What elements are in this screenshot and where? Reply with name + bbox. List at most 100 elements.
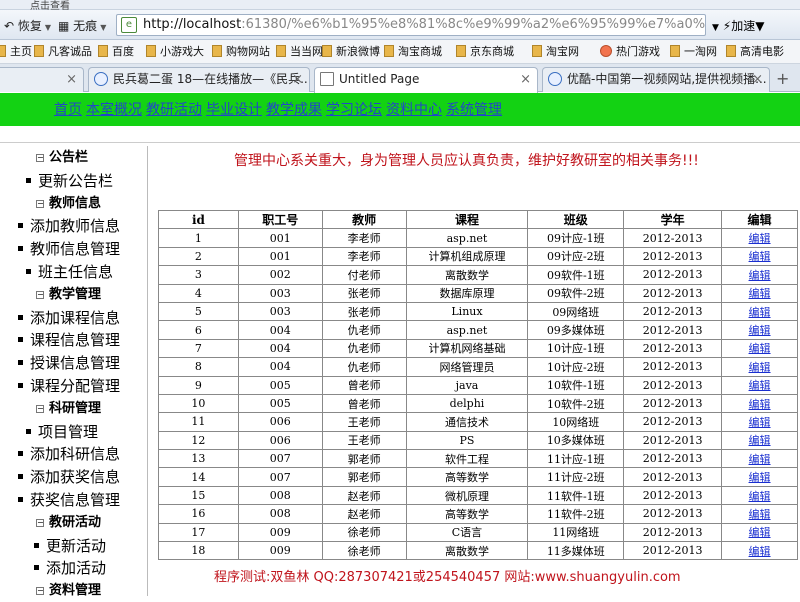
divider [0, 142, 800, 143]
menu-link[interactable]: 教研活动 [146, 102, 202, 118]
sidebar-group-label: 教研活动 [49, 514, 102, 530]
collapse-icon[interactable]: − [36, 290, 44, 299]
menu-link[interactable]: 首页 [54, 102, 82, 118]
sidebar-group[interactable]: − 资料管理 [36, 580, 101, 602]
table-cell: 计算机网络基础 [405, 338, 529, 359]
sidebar-item-label: 添加教师信息 [30, 217, 121, 236]
bookmark-item[interactable]: 当当网 [276, 44, 323, 60]
table-row: 8 004 仇老师 网络管理员 10计应-2班 2012-2013 编辑 [158, 357, 798, 377]
sidebar-item[interactable]: 项目管理 [26, 421, 98, 443]
edit-link[interactable]: 编辑 [749, 362, 771, 374]
table-cell: 11 [158, 412, 239, 432]
edit-link[interactable]: 编辑 [749, 509, 771, 521]
bookmark-item[interactable]: 小游戏大 [146, 44, 204, 60]
tab-video[interactable]: 民兵葛二蛋 18—在线播放—《民兵... × [88, 67, 310, 92]
collapse-icon[interactable]: − [36, 154, 44, 162]
bullet-icon [18, 337, 23, 343]
bullet-icon [18, 246, 23, 252]
bookmark-item[interactable]: 购物网站 [212, 44, 270, 60]
dropdown-icon[interactable]: ▼ [712, 23, 719, 33]
sidebar-item[interactable]: 添加教师信息 [18, 215, 120, 237]
sidebar-group[interactable]: − 科研管理 [36, 398, 101, 420]
collapse-icon[interactable]: − [36, 404, 44, 413]
collapse-icon[interactable]: − [36, 199, 44, 208]
sidebar-item[interactable]: 添加科研信息 [18, 443, 120, 465]
sidebar-item[interactable]: 添加获奖信息 [18, 466, 120, 488]
menu-link[interactable]: 学习论坛 [326, 102, 382, 118]
bookmark-item[interactable]: 京东商城 [456, 44, 514, 60]
table-cell: 2012-2013 [623, 541, 723, 561]
menu-link[interactable]: 毕业设计 [206, 102, 262, 118]
close-icon[interactable]: × [66, 68, 77, 91]
sidebar-group[interactable]: − 教师信息 [36, 193, 101, 215]
close-icon[interactable]: × [292, 68, 303, 91]
close-icon[interactable]: × [752, 68, 763, 91]
edit-link[interactable]: 编辑 [749, 251, 771, 263]
bookmark-item[interactable]: 淘宝商城 [384, 44, 442, 60]
edit-link[interactable]: 编辑 [749, 472, 771, 484]
edit-link[interactable]: 编辑 [749, 527, 771, 539]
bookmark-item[interactable]: 凡客诚品 [34, 44, 92, 60]
tab-untitled-page[interactable]: Untitled Page × [314, 67, 538, 93]
bookmark-label: 当当网 [290, 45, 323, 58]
sidebar-item[interactable]: 授课信息管理 [18, 352, 120, 374]
speed-button[interactable]: ▼ ⚡加速▼ [712, 16, 764, 36]
bookmark-item[interactable]: 淘宝网 [532, 44, 579, 60]
bookmark-item[interactable]: 热门游戏 [600, 44, 660, 60]
column-header: 学年 [623, 209, 723, 230]
edit-link[interactable]: 编辑 [749, 307, 771, 319]
edit-link[interactable]: 编辑 [749, 491, 771, 503]
collapse-icon[interactable]: − [36, 587, 44, 596]
table-cell: 5 [158, 301, 239, 322]
edit-link[interactable]: 编辑 [749, 343, 771, 355]
close-icon[interactable]: × [520, 68, 531, 91]
table-cell: 李老师 [321, 246, 407, 267]
bookmark-item[interactable]: 一淘网 [670, 44, 717, 60]
menu-link[interactable]: 系统管理 [446, 102, 502, 118]
bookmark-item[interactable]: 主页 [0, 44, 32, 60]
sidebar-item[interactable]: 课程分配管理 [18, 375, 120, 397]
menu-link[interactable]: 教学成果 [266, 102, 322, 118]
edit-link[interactable]: 编辑 [749, 270, 771, 282]
edit-link[interactable]: 编辑 [749, 399, 771, 411]
table-cell: 仇老师 [321, 338, 407, 359]
menu-link[interactable]: 资料中心 [386, 102, 442, 118]
menu-link[interactable]: 本室概况 [86, 102, 142, 118]
edit-link[interactable]: 编辑 [749, 435, 771, 447]
restore-button[interactable]: ↶ 恢复 ▼ [4, 16, 51, 36]
sidebar-item[interactable]: 课程信息管理 [18, 329, 120, 351]
sidebar-item[interactable]: 添加课程信息 [18, 307, 120, 329]
sidebar-group-label: 教学管理 [49, 286, 102, 302]
table-cell: 15 [158, 485, 239, 506]
edit-link[interactable]: 编辑 [749, 417, 771, 429]
table-row: 15 008 赵老师 微机原理 11软件-1班 2012-2013 编辑 [158, 485, 798, 506]
edit-link[interactable]: 编辑 [749, 288, 771, 300]
sidebar-item[interactable]: 更新公告栏 [26, 170, 113, 192]
edit-link[interactable]: 编辑 [749, 380, 771, 392]
sidebar-group[interactable]: − 公告栏 [36, 147, 88, 169]
tab-youku[interactable]: 优酷-中国第一视频网站,提供视频播... × [542, 67, 770, 92]
table-cell: 11计应-2班 [527, 467, 625, 487]
table-cell: 编辑 [721, 467, 798, 487]
address-bar[interactable]: e http://localhost:61380/%e6%b1%95%e8%81… [116, 14, 706, 36]
collapse-icon[interactable]: − [36, 518, 44, 527]
column-header: 编辑 [721, 209, 798, 230]
incognito-button[interactable]: ▦ 无痕 ▼ [58, 16, 106, 36]
edit-link[interactable]: 编辑 [749, 546, 771, 558]
tab-previous[interactable]: × [0, 67, 84, 92]
sidebar-item[interactable]: 添加活动 [34, 557, 106, 579]
edit-link[interactable]: 编辑 [749, 454, 771, 466]
sidebar-item[interactable]: 更新活动 [34, 535, 106, 557]
bookmark-item[interactable]: 新浪微博 [322, 44, 380, 60]
sidebar-item[interactable]: 班主任信息 [26, 261, 113, 283]
sidebar-group[interactable]: − 教学管理 [36, 284, 101, 306]
sidebar-item[interactable]: 获奖信息管理 [18, 489, 120, 511]
bookmark-item[interactable]: 百度 [98, 44, 134, 60]
sidebar-item[interactable]: 教师信息管理 [18, 238, 120, 260]
edit-link[interactable]: 编辑 [749, 325, 771, 337]
sidebar-group[interactable]: − 教研活动 [36, 512, 101, 534]
bookmark-item[interactable]: 高清电影 [726, 44, 784, 60]
edit-link[interactable]: 编辑 [749, 233, 771, 245]
address-text[interactable]: http://localhost:61380/%e6%b1%95%e8%81%8… [143, 17, 705, 32]
new-tab-icon[interactable]: + [776, 69, 789, 88]
